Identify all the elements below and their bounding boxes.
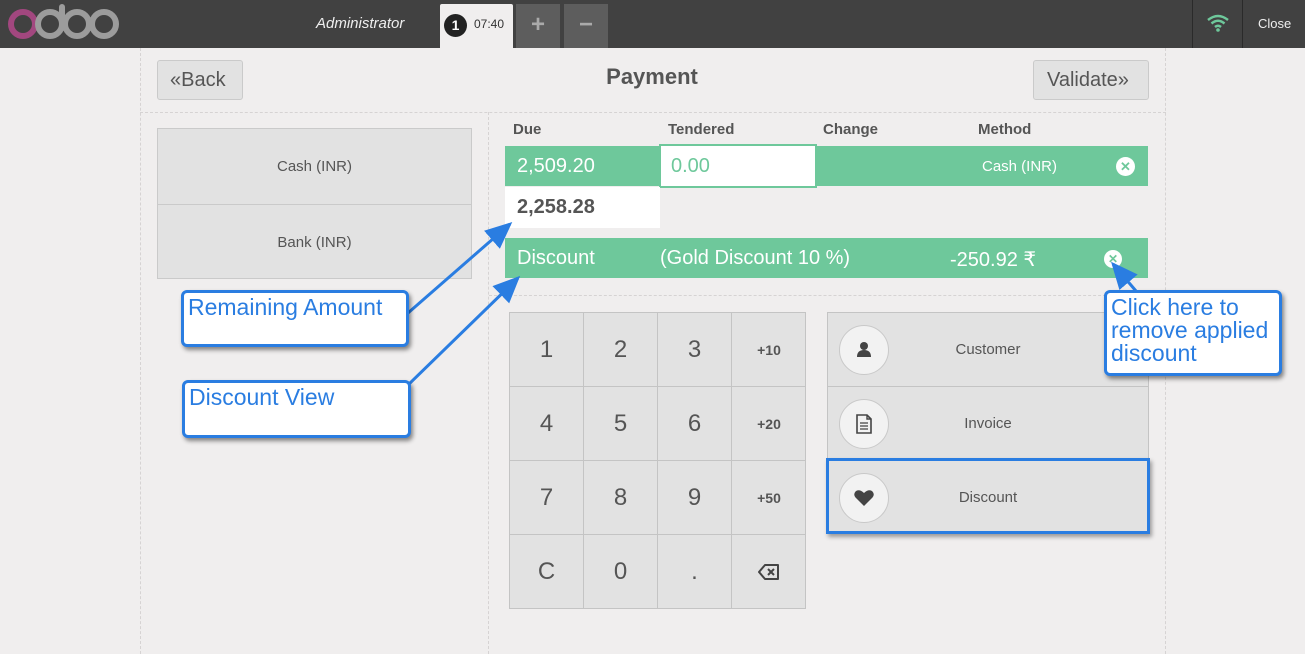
callout-remove-discount: Click here to remove applied discount (1104, 290, 1282, 376)
callout-text-line: discount (1111, 340, 1197, 366)
callout-discount-view: Discount View (182, 380, 411, 438)
arrow-to-discount-line (406, 275, 521, 387)
callout-text: Remaining Amount (188, 294, 383, 320)
callout-remaining-amount: Remaining Amount (181, 290, 409, 347)
callout-text: Discount View (189, 384, 335, 410)
callout-text-line: Click here to (1111, 294, 1239, 320)
arrow-to-remove-discount (1111, 261, 1138, 292)
callout-text-line: remove applied (1111, 317, 1269, 343)
